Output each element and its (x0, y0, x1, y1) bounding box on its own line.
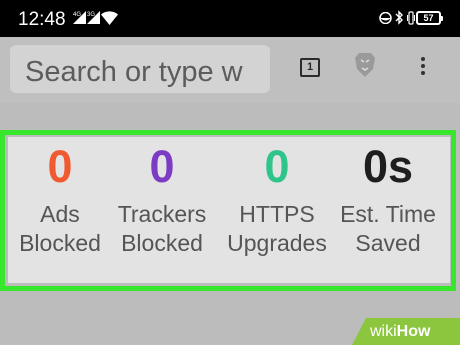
signal-4g-icon: 4G (73, 11, 86, 24)
svg-text:4G: 4G (73, 12, 81, 18)
stat-label: Ads Blocked (10, 200, 110, 258)
search-input[interactable]: Search or type w (10, 45, 270, 93)
privacy-stats-panel: 0 Ads Blocked 0 Trackers Blocked 0 HTTPS… (8, 137, 450, 283)
battery-icon: 57 (416, 11, 443, 25)
stat-label-line: Trackers (117, 201, 207, 227)
stat-value: 0 (47, 141, 73, 192)
tab-count-button[interactable]: 1 (300, 58, 320, 77)
wifi-icon (101, 11, 118, 25)
stat-label-line: Upgrades (227, 230, 327, 256)
watermark-suffix: How (396, 323, 431, 340)
signal-3g-icon: 3G (87, 11, 100, 24)
stat-label-line: Blocked (19, 230, 101, 256)
vibrate-icon (407, 11, 415, 25)
stat-label-line: Saved (355, 230, 421, 256)
battery-tip (441, 16, 443, 21)
stat-value: 0 (264, 141, 290, 192)
stat-label: Est. Time Saved (333, 200, 443, 258)
stat-label-line: Blocked (121, 230, 203, 256)
wikihow-watermark: wikiHow (352, 318, 460, 345)
eye-icon (379, 12, 392, 24)
bluetooth-icon (395, 10, 403, 25)
stat-label-line: Ads (40, 201, 80, 227)
stat-label: Trackers Blocked (112, 200, 212, 258)
battery-level: 57 (423, 13, 434, 23)
stat-value: 0 (149, 141, 175, 192)
svg-text:3G: 3G (87, 12, 95, 18)
brave-lion-icon[interactable] (354, 52, 376, 78)
browser-toolbar: Search or type w 1 (0, 37, 460, 103)
status-bar: 12:48 4G 3G 57 (0, 0, 460, 37)
status-time: 12:48 (18, 9, 66, 30)
watermark-prefix: wiki (370, 323, 397, 340)
stat-label-line: Est. Time (340, 201, 436, 227)
search-placeholder: Search or type w (25, 56, 243, 88)
stat-value: 0s (362, 141, 414, 192)
stat-label: HTTPS Upgrades (227, 200, 327, 258)
watermark-text: wikiHow (370, 322, 430, 342)
more-vert-icon[interactable] (420, 57, 426, 79)
stat-label-line: HTTPS (239, 201, 315, 227)
